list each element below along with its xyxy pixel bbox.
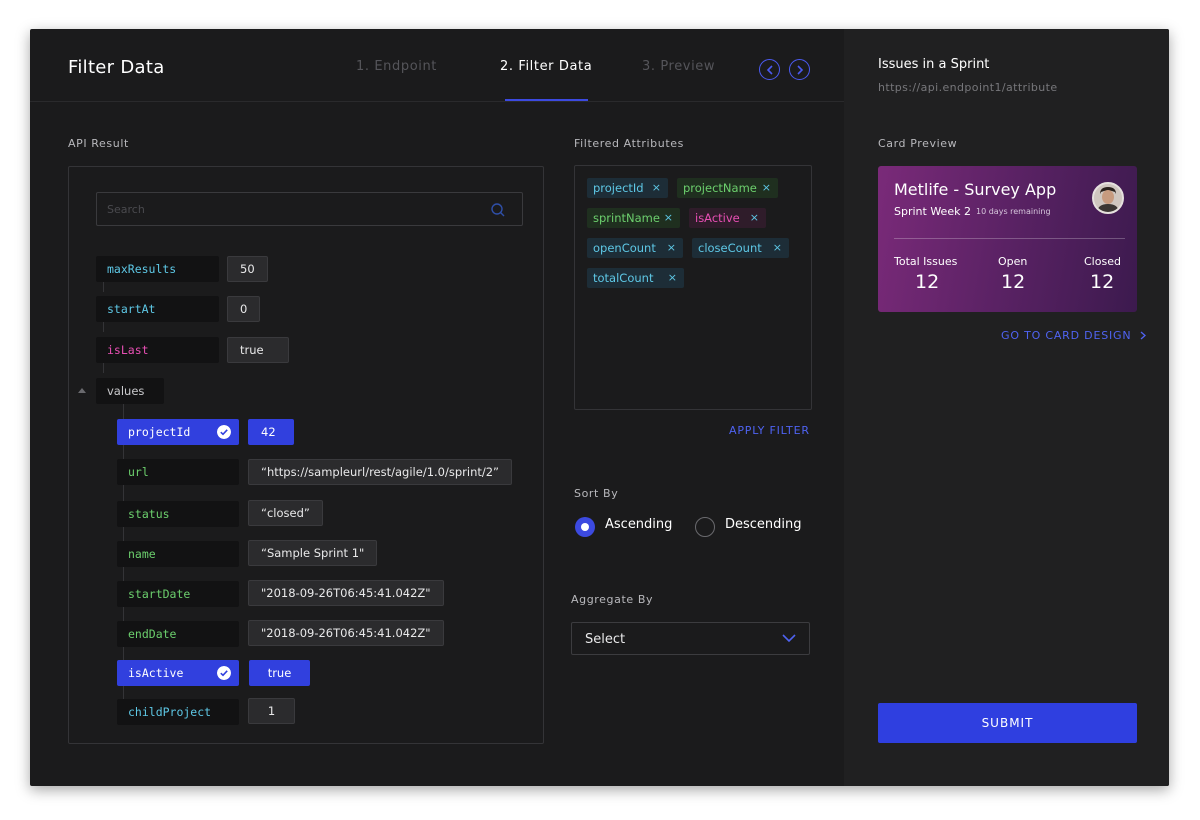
avatar-portrait-icon	[1094, 184, 1122, 212]
chip-isactive[interactable]: isActive ×	[689, 208, 766, 228]
chip-closecount[interactable]: closeCount ×	[692, 238, 789, 258]
avatar	[1092, 182, 1124, 214]
submit-button[interactable]: SUBMIT	[878, 703, 1137, 743]
remove-chip-icon[interactable]: ×	[762, 178, 771, 198]
value-startat: 0	[227, 296, 261, 322]
endpoint-url: https://api.endpoint1/attribute	[878, 81, 1058, 94]
remove-chip-icon[interactable]: ×	[667, 238, 676, 258]
key-status[interactable]: status	[117, 501, 239, 527]
value-startdate: "2018-09-26T06:45:41.042Z"	[248, 580, 444, 606]
key-startdate[interactable]: startDate	[117, 581, 239, 607]
card-preview: Metlife - Survey App Sprint Week 2 10 da…	[878, 166, 1137, 312]
search-input[interactable]: Search	[96, 192, 523, 226]
stat-closed-label: Closed	[1084, 255, 1121, 268]
chip-sprintname[interactable]: sprintName ×	[587, 208, 680, 228]
search-placeholder: Search	[107, 203, 145, 216]
chip-projectname[interactable]: projectName ×	[677, 178, 778, 198]
page-title: Filter Data	[68, 57, 165, 78]
key-values[interactable]: values	[96, 378, 164, 404]
descending-label[interactable]: Descending	[725, 517, 802, 532]
chip-opencount[interactable]: openCount ×	[587, 238, 683, 258]
remove-chip-icon[interactable]: ×	[668, 268, 677, 288]
previous-step-button[interactable]	[759, 59, 780, 80]
key-startat[interactable]: startAt	[96, 296, 219, 322]
chip-label: projectId	[593, 181, 644, 195]
chip-label: closeCount	[698, 241, 762, 255]
key-isactive[interactable]: isActive	[117, 660, 239, 686]
chip-label: isActive	[695, 211, 740, 225]
filter-data-window: Filter Data 1. Endpoint 2. Filter Data 3…	[30, 29, 1169, 786]
card-remaining: 10 days remaining	[976, 207, 1051, 216]
chevron-right-icon	[1140, 331, 1147, 340]
stat-open-value: 12	[1001, 271, 1026, 293]
chip-totalcount[interactable]: totalCount ×	[587, 268, 684, 288]
radio-ascending[interactable]	[575, 517, 595, 537]
remove-chip-icon[interactable]: ×	[652, 178, 661, 198]
card-divider	[894, 238, 1125, 239]
stat-closed-value: 12	[1090, 271, 1115, 293]
search-icon	[491, 203, 505, 217]
chip-label: totalCount	[593, 271, 654, 285]
key-islast[interactable]: isLast	[96, 337, 219, 363]
api-result-panel	[68, 166, 544, 744]
header-divider	[30, 101, 844, 102]
step-preview[interactable]: 3. Preview	[642, 59, 715, 74]
chip-label: openCount	[593, 241, 656, 255]
key-isactive-label: isActive	[128, 666, 184, 680]
chip-label: sprintName	[593, 211, 660, 225]
value-status: “closed”	[248, 500, 323, 526]
tree-connector	[103, 322, 104, 332]
select-value: Select	[585, 632, 626, 647]
radio-descending[interactable]	[695, 517, 715, 537]
collapse-triangle-icon[interactable]	[78, 387, 86, 395]
value-maxresults: 50	[227, 256, 268, 282]
chip-label: projectName	[683, 181, 757, 195]
filtered-attributes-label: Filtered Attributes	[574, 137, 684, 150]
value-name: “Sample Sprint 1"	[248, 540, 378, 566]
tree-connector	[103, 282, 104, 292]
chevron-right-icon	[796, 64, 803, 75]
key-childproject[interactable]: childProject	[117, 699, 239, 725]
key-projectid[interactable]: projectId	[117, 419, 239, 445]
stat-total-value: 12	[915, 271, 940, 293]
stat-total-label: Total Issues	[894, 255, 958, 268]
ascending-label[interactable]: Ascending	[605, 517, 672, 532]
card-title: Metlife - Survey App	[894, 180, 1057, 199]
step-filter-data[interactable]: 2. Filter Data	[500, 59, 592, 74]
value-projectid: 42	[248, 419, 294, 445]
remove-chip-icon[interactable]: ×	[664, 208, 673, 228]
chevron-left-icon	[766, 64, 773, 75]
value-url: “https://sampleurl/rest/agile/1.0/sprint…	[248, 459, 513, 485]
check-circle-icon	[217, 425, 231, 439]
remove-chip-icon[interactable]: ×	[750, 208, 759, 228]
stat-open-label: Open	[998, 255, 1028, 268]
check-circle-icon	[217, 666, 231, 680]
key-maxresults[interactable]: maxResults	[96, 256, 219, 282]
value-childproject: 1	[248, 698, 295, 724]
value-isactive: true	[249, 660, 310, 686]
go-to-card-design-link[interactable]: GO TO CARD DESIGN	[1001, 329, 1147, 342]
card-preview-label: Card Preview	[878, 137, 958, 150]
key-enddate[interactable]: endDate	[117, 621, 239, 647]
tree-connector	[103, 363, 104, 373]
apply-filter-button[interactable]: APPLY FILTER	[729, 424, 810, 437]
aggregate-by-label: Aggregate By	[571, 593, 654, 606]
api-result-label: API Result	[68, 137, 129, 150]
endpoint-title: Issues in a Sprint	[878, 57, 990, 72]
step-endpoint[interactable]: 1. Endpoint	[356, 59, 437, 74]
chip-projectid[interactable]: projectId ×	[587, 178, 668, 198]
value-islast: true	[227, 337, 289, 363]
aggregate-by-select[interactable]: Select	[571, 622, 810, 655]
go-to-card-design-label: GO TO CARD DESIGN	[1001, 329, 1132, 342]
card-subtitle: Sprint Week 2	[894, 205, 971, 218]
key-url[interactable]: url	[117, 459, 239, 485]
value-enddate: "2018-09-26T06:45:41.042Z"	[248, 620, 444, 646]
key-name[interactable]: name	[117, 541, 239, 567]
sort-by-label: Sort By	[574, 487, 619, 500]
chevron-down-icon	[782, 634, 796, 643]
remove-chip-icon[interactable]: ×	[773, 238, 782, 258]
key-projectid-label: projectId	[128, 425, 191, 439]
next-step-button[interactable]	[789, 59, 810, 80]
